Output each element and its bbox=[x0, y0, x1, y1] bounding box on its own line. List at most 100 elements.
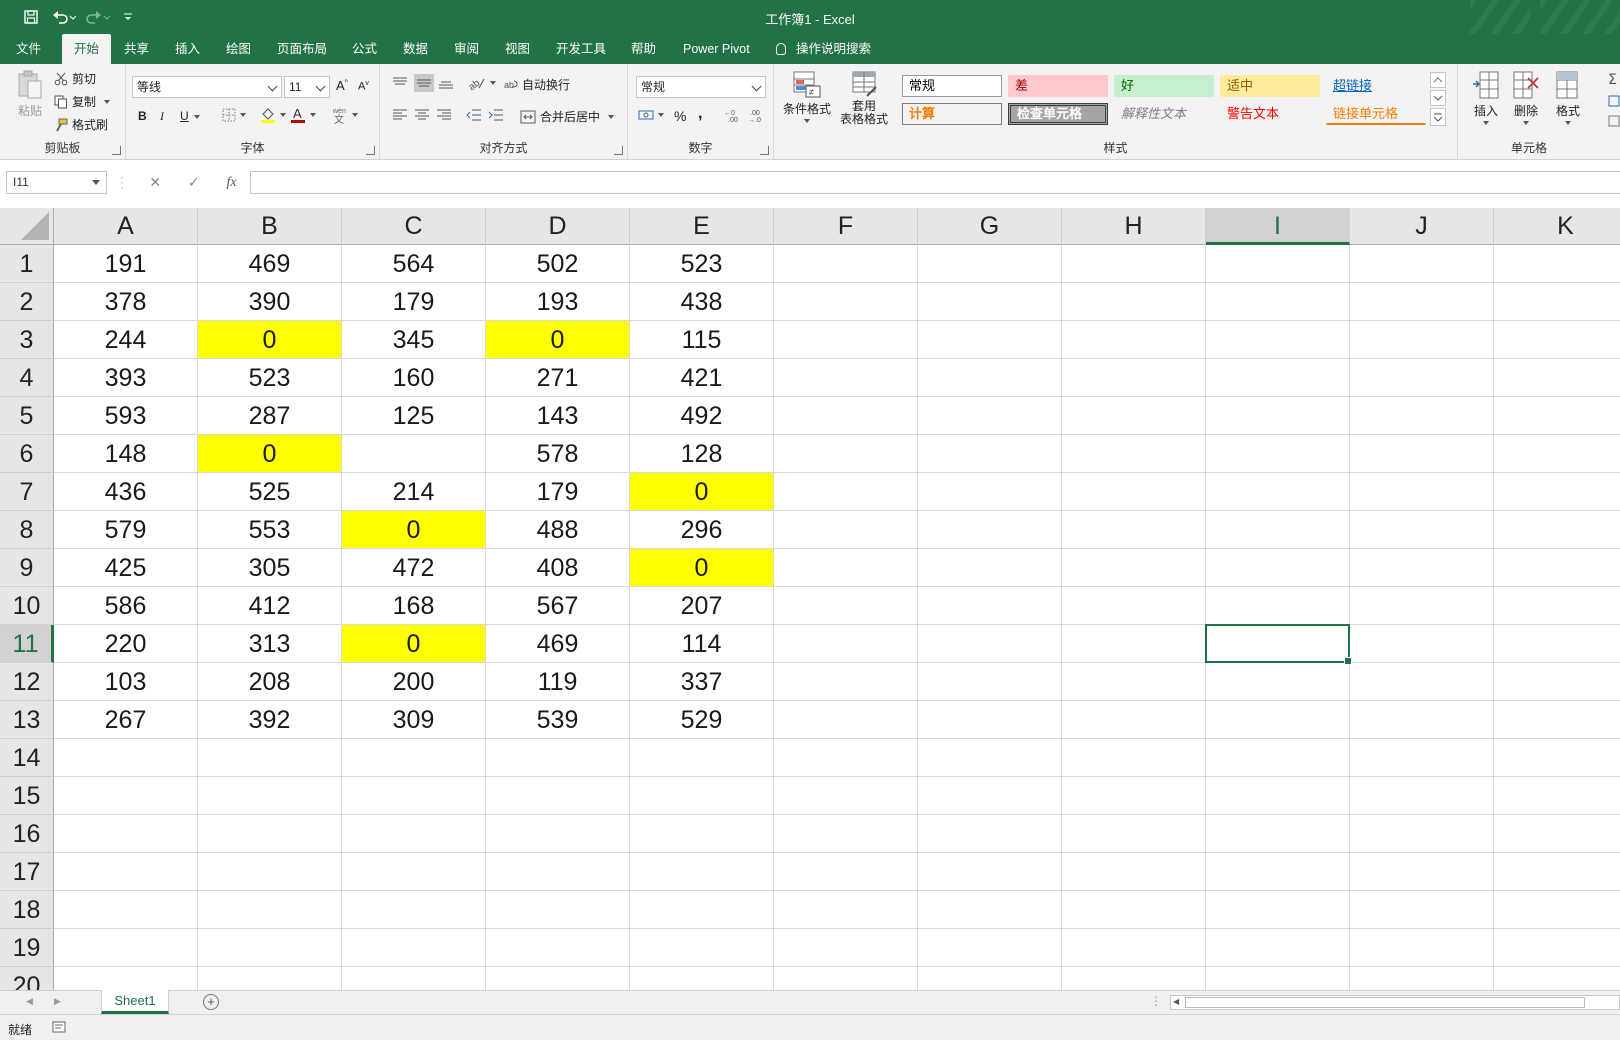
insert-function-button[interactable]: fx bbox=[226, 175, 236, 191]
font-name-select[interactable]: 等线 bbox=[132, 76, 282, 98]
cell-H4[interactable] bbox=[1062, 359, 1206, 397]
row-header-12[interactable]: 12 bbox=[0, 663, 54, 701]
cell-I9[interactable] bbox=[1206, 549, 1350, 587]
cell-I7[interactable] bbox=[1206, 473, 1350, 511]
cell-I13[interactable] bbox=[1206, 701, 1350, 739]
format-cells-button[interactable]: 格式 bbox=[1552, 70, 1584, 125]
cell-K13[interactable] bbox=[1494, 701, 1620, 739]
cell-E7[interactable]: 0 bbox=[630, 473, 774, 511]
cell-I20[interactable] bbox=[1206, 967, 1350, 990]
column-header-E[interactable]: E bbox=[630, 208, 774, 245]
cell-K14[interactable] bbox=[1494, 739, 1620, 777]
row-header-2[interactable]: 2 bbox=[0, 283, 54, 321]
cell-J9[interactable] bbox=[1350, 549, 1494, 587]
cell-E10[interactable]: 207 bbox=[630, 587, 774, 625]
cell-J11[interactable] bbox=[1350, 625, 1494, 663]
cell-I4[interactable] bbox=[1206, 359, 1350, 397]
cell-A8[interactable]: 579 bbox=[54, 511, 198, 549]
column-header-I[interactable]: I bbox=[1206, 208, 1350, 245]
cell-K5[interactable] bbox=[1494, 397, 1620, 435]
cell-G6[interactable] bbox=[918, 435, 1062, 473]
cell-E19[interactable] bbox=[630, 929, 774, 967]
dialog-launcher-icon[interactable] bbox=[760, 146, 769, 155]
cell-D17[interactable] bbox=[486, 853, 630, 891]
cell-F20[interactable] bbox=[774, 967, 918, 990]
cell-D19[interactable] bbox=[486, 929, 630, 967]
cell-F7[interactable] bbox=[774, 473, 918, 511]
cell-B6[interactable]: 0 bbox=[198, 435, 342, 473]
merge-center-button[interactable]: 合并后居中 bbox=[520, 108, 615, 125]
cell-E1[interactable]: 523 bbox=[630, 245, 774, 283]
cell-H20[interactable] bbox=[1062, 967, 1206, 990]
cell-F3[interactable] bbox=[774, 321, 918, 359]
cell-F16[interactable] bbox=[774, 815, 918, 853]
cell-I17[interactable] bbox=[1206, 853, 1350, 891]
cell-B19[interactable] bbox=[198, 929, 342, 967]
scroll-right-sheet-icon[interactable]: ▶ bbox=[54, 996, 61, 1007]
row-header-9[interactable]: 9 bbox=[0, 549, 54, 587]
cell-I12[interactable] bbox=[1206, 663, 1350, 701]
formula-bar-resize-icon[interactable]: · · · bbox=[120, 171, 124, 193]
cell-I8[interactable] bbox=[1206, 511, 1350, 549]
cell-A18[interactable] bbox=[54, 891, 198, 929]
phonetic-button[interactable]: wén 文 bbox=[332, 106, 358, 124]
cell-C18[interactable] bbox=[342, 891, 486, 929]
cell-G13[interactable] bbox=[918, 701, 1062, 739]
increase-font-size-button[interactable]: A^ bbox=[336, 78, 348, 93]
cell-K17[interactable] bbox=[1494, 853, 1620, 891]
cell-A16[interactable] bbox=[54, 815, 198, 853]
cell-C1[interactable]: 564 bbox=[342, 245, 486, 283]
align-left-button[interactable] bbox=[392, 108, 408, 122]
decrease-decimal-button[interactable]: .00 →.0 bbox=[748, 108, 766, 122]
copy-dropdown-icon[interactable] bbox=[104, 99, 111, 104]
cell-A9[interactable]: 425 bbox=[54, 549, 198, 587]
delete-cells-button[interactable]: 删除 bbox=[1510, 70, 1542, 125]
cell-I1[interactable] bbox=[1206, 245, 1350, 283]
row-header-6[interactable]: 6 bbox=[0, 435, 54, 473]
cell-C13[interactable]: 309 bbox=[342, 701, 486, 739]
cell-J4[interactable] bbox=[1350, 359, 1494, 397]
tab-view[interactable]: 视图 bbox=[505, 34, 530, 64]
cell-G15[interactable] bbox=[918, 777, 1062, 815]
cell-K19[interactable] bbox=[1494, 929, 1620, 967]
cell-J6[interactable] bbox=[1350, 435, 1494, 473]
dialog-launcher-icon[interactable] bbox=[614, 146, 623, 155]
cell-B15[interactable] bbox=[198, 777, 342, 815]
style-good[interactable]: 好 bbox=[1114, 75, 1214, 97]
row-header-15[interactable]: 15 bbox=[0, 777, 54, 815]
cell-F9[interactable] bbox=[774, 549, 918, 587]
column-header-B[interactable]: B bbox=[198, 208, 342, 245]
cell-F1[interactable] bbox=[774, 245, 918, 283]
cell-A2[interactable]: 378 bbox=[54, 283, 198, 321]
cell-H16[interactable] bbox=[1062, 815, 1206, 853]
tab-data[interactable]: 数据 bbox=[403, 34, 428, 64]
row-header-14[interactable]: 14 bbox=[0, 739, 54, 777]
style-linked-cell[interactable]: 链接单元格 bbox=[1326, 103, 1426, 125]
cell-F15[interactable] bbox=[774, 777, 918, 815]
format-painter-button[interactable]: 格式刷 bbox=[54, 116, 108, 133]
cell-G9[interactable] bbox=[918, 549, 1062, 587]
cell-D8[interactable]: 488 bbox=[486, 511, 630, 549]
column-header-H[interactable]: H bbox=[1062, 208, 1206, 245]
cell-E6[interactable]: 128 bbox=[630, 435, 774, 473]
font-size-select[interactable]: 11 bbox=[284, 76, 330, 98]
cell-H15[interactable] bbox=[1062, 777, 1206, 815]
cell-K18[interactable] bbox=[1494, 891, 1620, 929]
tab-home[interactable]: 开始 bbox=[62, 34, 112, 64]
row-header-7[interactable]: 7 bbox=[0, 473, 54, 511]
cell-G12[interactable] bbox=[918, 663, 1062, 701]
cell-J2[interactable] bbox=[1350, 283, 1494, 321]
add-sheet-icon[interactable]: + bbox=[203, 994, 219, 1010]
cell-C16[interactable] bbox=[342, 815, 486, 853]
cell-D5[interactable]: 143 bbox=[486, 397, 630, 435]
cell-F19[interactable] bbox=[774, 929, 918, 967]
font-color-button[interactable]: A bbox=[290, 106, 316, 124]
tell-me-search[interactable]: 操作说明搜索 bbox=[776, 34, 871, 64]
cell-E17[interactable] bbox=[630, 853, 774, 891]
scroll-left-sheet-icon[interactable]: ◀ bbox=[26, 996, 33, 1007]
column-header-D[interactable]: D bbox=[486, 208, 630, 245]
style-hyperlink[interactable]: 超链接 bbox=[1326, 75, 1426, 97]
cell-G19[interactable] bbox=[918, 929, 1062, 967]
cell-J20[interactable] bbox=[1350, 967, 1494, 990]
cell-E12[interactable]: 337 bbox=[630, 663, 774, 701]
